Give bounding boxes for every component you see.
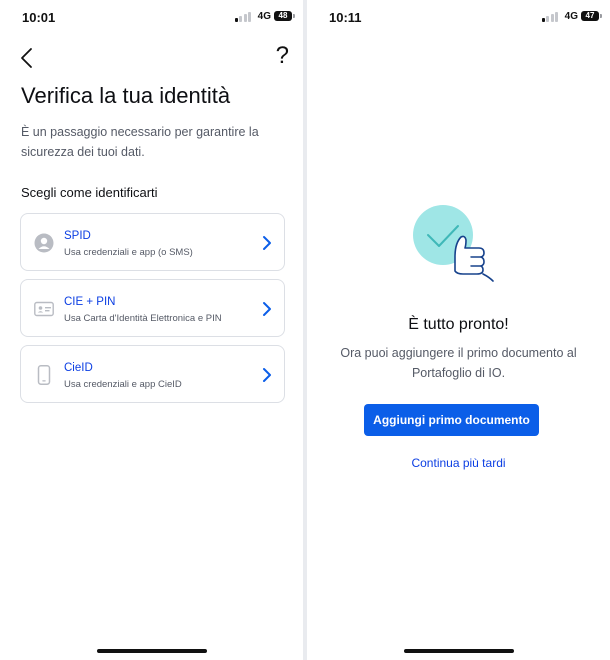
option-name: CIE + PIN [64, 296, 116, 308]
option-description: Usa credenziali e app (o SMS) [64, 247, 193, 258]
status-bar: 10:11 4G 47 [307, 0, 610, 36]
option-name: CieID [64, 362, 93, 374]
section-label: Scegli come identificarti [21, 185, 158, 200]
chevron-right-icon [263, 368, 271, 382]
success-description: Ora puoi aggiungere il primo documento a… [340, 346, 577, 380]
status-bar: 10:01 4G 48 [0, 0, 303, 36]
option-cie-pin[interactable]: CIE + PIN Usa Carta d'Identità Elettroni… [20, 279, 285, 337]
add-first-document-button[interactable]: Aggiungi primo documento [364, 404, 539, 436]
intro-text: È un passaggio necessario per garantire … [21, 125, 259, 159]
all-set-screen: 10:11 4G 47 È tutto pronto! Ora puoi agg… [307, 0, 610, 660]
status-time: 10:11 [329, 10, 362, 25]
network-type: 4G [257, 11, 271, 22]
option-cieid[interactable]: CieID Usa credenziali e app CieID [20, 345, 285, 403]
help-icon[interactable]: ? [276, 42, 289, 70]
battery-icon: 47 [581, 11, 602, 21]
chevron-right-icon [263, 236, 271, 250]
identity-verification-screen: 10:01 4G 48 ? Verifica la tua identità È… [0, 0, 303, 660]
option-description: Usa credenziali e app CieID [64, 379, 182, 390]
continue-later-link[interactable]: Continua più tardi [307, 456, 610, 470]
user-avatar-icon [34, 233, 54, 253]
home-indicator[interactable] [96, 649, 207, 653]
signal-icon [541, 12, 558, 22]
option-description: Usa Carta d'Identità Elettronica e PIN [64, 313, 222, 324]
battery-icon: 48 [274, 11, 295, 21]
home-indicator[interactable] [403, 649, 514, 653]
chevron-right-icon [263, 302, 271, 316]
success-title: È tutto pronto! [408, 316, 509, 333]
status-time: 10:01 [22, 10, 56, 25]
signal-icon [234, 12, 251, 22]
thumbs-up-check-icon [413, 205, 494, 282]
option-name: SPID [64, 230, 91, 242]
smartphone-icon [37, 365, 51, 385]
option-spid[interactable]: SPID Usa credenziali e app (o SMS) [20, 213, 285, 271]
back-arrow-icon[interactable] [16, 46, 40, 70]
id-card-icon [34, 301, 54, 317]
page-title: Verifica la tua identità [21, 83, 231, 108]
network-type: 4G [564, 11, 578, 22]
